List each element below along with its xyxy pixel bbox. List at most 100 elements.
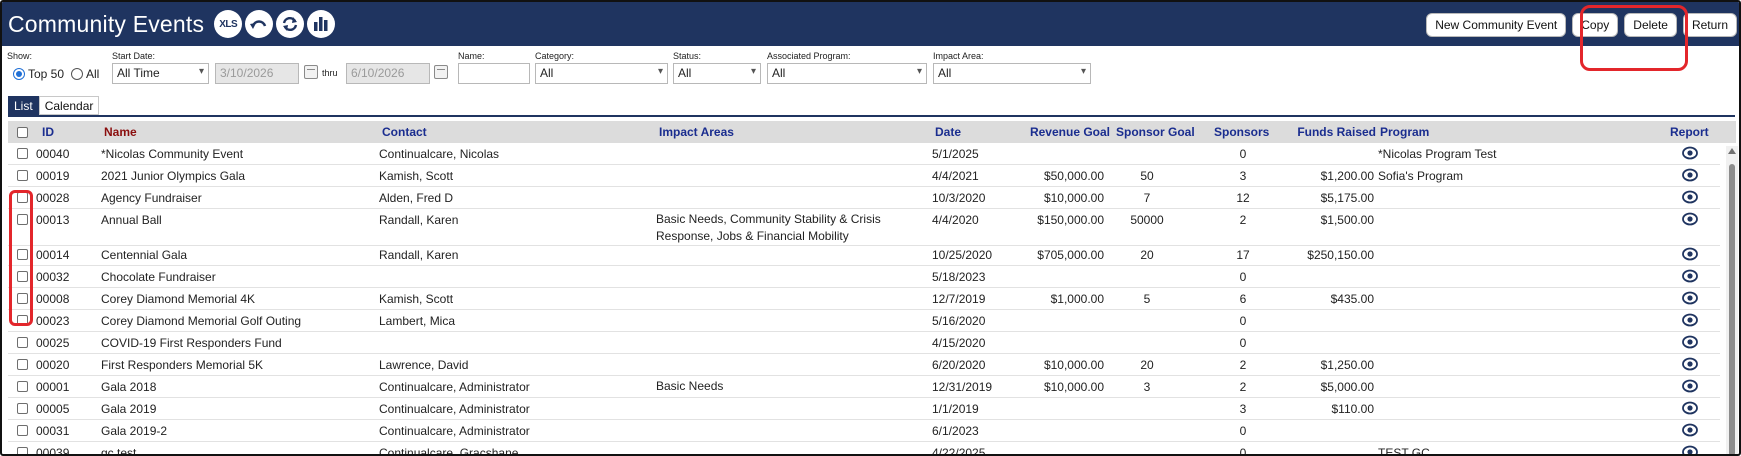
report-eye-icon[interactable]: [1682, 444, 1698, 456]
cell-name[interactable]: Corey Diamond Memorial 4K: [101, 292, 255, 306]
row-checkbox[interactable]: [17, 425, 28, 436]
impact-area-select[interactable]: All: [933, 63, 1091, 84]
column-header-funds-raised[interactable]: Funds Raised: [1288, 125, 1376, 139]
table-row[interactable]: 00040 *Nicolas Community Event Continualca…: [8, 143, 1720, 165]
report-eye-icon[interactable]: [1682, 356, 1698, 372]
cell-revenue: $10,000.00: [1043, 358, 1104, 372]
cell-name[interactable]: Gala 2018: [101, 380, 156, 394]
return-button[interactable]: Return: [1682, 13, 1737, 37]
show-all-radio[interactable]: All: [71, 67, 99, 81]
report-eye-icon[interactable]: [1682, 334, 1698, 350]
cell-revenue: $705,000.00: [1037, 248, 1104, 262]
cell-name[interactable]: COVID-19 First Responders Fund: [101, 336, 282, 350]
cell-name[interactable]: First Responders Memorial 5K: [101, 358, 263, 372]
row-checkbox[interactable]: [17, 381, 28, 392]
xls-export-icon[interactable]: XLS: [214, 10, 243, 38]
table-scrollbar[interactable]: [1726, 146, 1738, 454]
radio-selected-icon: [13, 68, 25, 80]
report-eye-icon[interactable]: [1682, 378, 1698, 394]
table-row[interactable]: 00031 Gala 2019-2 Continualcare, Administr…: [8, 420, 1720, 442]
column-header-sponsors[interactable]: Sponsors: [1214, 125, 1269, 139]
report-eye-icon[interactable]: [1682, 167, 1698, 183]
table-row[interactable]: 00025 COVID-19 First Responders Fund 4/15/…: [8, 332, 1720, 354]
refresh-icon[interactable]: [276, 10, 305, 38]
table-row[interactable]: 00019 2021 Junior Olympics Gala Kamish, Sc…: [8, 165, 1720, 187]
cell-name[interactable]: Annual Ball: [101, 213, 162, 227]
cell-name[interactable]: Corey Diamond Memorial Golf Outing: [101, 314, 301, 328]
select-all-checkbox[interactable]: [17, 127, 28, 138]
header-icon-group: XLS: [214, 10, 336, 38]
report-eye-icon[interactable]: [1682, 211, 1698, 227]
column-header-contact[interactable]: Contact: [382, 125, 427, 139]
start-date-select[interactable]: All Time: [112, 63, 209, 84]
row-checkbox[interactable]: [17, 403, 28, 414]
cell-date: 12/7/2019: [932, 292, 986, 306]
report-eye-icon[interactable]: [1682, 246, 1698, 262]
table-row[interactable]: 00001 Gala 2018 Continualcare, Administrat…: [8, 376, 1720, 398]
column-header-revenue-goal[interactable]: Revenue Goal: [1024, 125, 1110, 139]
calendar-icon[interactable]: [434, 65, 448, 79]
cell-funds: $110.00: [1331, 402, 1375, 416]
scroll-thumb[interactable]: [1729, 164, 1735, 454]
cell-contact: Kamish, Scott: [379, 292, 454, 306]
table-header: ID Name Contact Impact Areas Date Revenu…: [8, 121, 1736, 143]
cell-revenue: $50,000.00: [1043, 169, 1104, 183]
column-header-impact-areas[interactable]: Impact Areas: [659, 125, 734, 139]
table-row[interactable]: 00023 Corey Diamond Memorial Golf Outing L…: [8, 310, 1720, 332]
to-date-input[interactable]: 6/10/2026: [346, 63, 430, 84]
undo-icon[interactable]: [245, 10, 274, 38]
new-community-event-button[interactable]: New Community Event: [1426, 13, 1567, 37]
cell-name[interactable]: 2021 Junior Olympics Gala: [101, 169, 245, 183]
row-checkbox[interactable]: [17, 170, 28, 181]
column-header-date[interactable]: Date: [935, 125, 961, 139]
status-select[interactable]: All: [673, 63, 761, 84]
report-eye-icon[interactable]: [1682, 189, 1698, 205]
cell-name[interactable]: Agency Fundraiser: [101, 191, 202, 205]
cell-name[interactable]: Gala 2019: [101, 402, 156, 416]
column-header-report[interactable]: Report: [1670, 125, 1709, 139]
report-eye-icon[interactable]: [1682, 400, 1698, 416]
category-select[interactable]: All: [535, 63, 668, 84]
report-eye-icon[interactable]: [1682, 290, 1698, 306]
table-row[interactable]: 00008 Corey Diamond Memorial 4K Kamish, Sc…: [8, 288, 1720, 310]
cell-name[interactable]: Chocolate Fundraiser: [101, 270, 216, 284]
bar-chart-icon[interactable]: [307, 10, 336, 38]
cell-revenue: $150,000.00: [1037, 213, 1104, 227]
table-row[interactable]: 00020 First Responders Memorial 5K Lawrenc…: [8, 354, 1720, 376]
column-header-id[interactable]: ID: [42, 125, 54, 139]
cell-name[interactable]: Centennial Gala: [101, 248, 187, 262]
report-eye-icon[interactable]: [1682, 268, 1698, 284]
column-header-program[interactable]: Program: [1380, 125, 1429, 139]
cell-name[interactable]: gc test: [101, 446, 136, 454]
cell-name[interactable]: *Nicolas Community Event: [101, 147, 243, 161]
row-checkbox[interactable]: [17, 359, 28, 370]
cell-sponsor-goal: 7: [1143, 191, 1151, 205]
row-checkbox[interactable]: [17, 337, 28, 348]
table-row[interactable]: 00005 Gala 2019 Continualcare, Administrat…: [8, 398, 1720, 420]
report-eye-icon[interactable]: [1682, 145, 1698, 161]
calendar-icon[interactable]: [304, 65, 318, 79]
table-row[interactable]: 00028 Agency Fundraiser Alden, Fred D 10/3/…: [8, 187, 1720, 209]
cell-id: 00001: [36, 380, 70, 394]
table-row[interactable]: 00039 gc test Continualcare, Gracshane 4/22…: [8, 442, 1720, 456]
row-checkbox[interactable]: [17, 447, 28, 454]
table-row[interactable]: 00032 Chocolate Fundraiser 5/18/2023 0: [8, 266, 1720, 288]
table-row[interactable]: 00013 Annual Ball Randall, Karen Basic Need…: [8, 209, 1720, 246]
scroll-up-arrow-icon[interactable]: [1728, 148, 1736, 154]
show-top50-radio[interactable]: Top 50: [13, 67, 64, 81]
tab-calendar[interactable]: Calendar: [38, 96, 100, 115]
tab-list[interactable]: List: [8, 96, 39, 115]
impact-area-label: Impact Area:: [933, 51, 984, 61]
table-row[interactable]: 00014 Centennial Gala Randall, Karen 10/25/…: [8, 244, 1720, 266]
from-date-input[interactable]: 3/10/2026: [215, 63, 299, 84]
report-eye-icon[interactable]: [1682, 312, 1698, 328]
name-filter-input[interactable]: [458, 63, 530, 84]
cell-name[interactable]: Gala 2019-2: [101, 424, 167, 438]
column-header-sponsor-goal[interactable]: Sponsor Goal: [1116, 125, 1195, 139]
show-all-label: All: [86, 67, 100, 81]
row-checkbox[interactable]: [17, 148, 28, 159]
cell-contact: Randall, Karen: [379, 213, 459, 227]
column-header-name[interactable]: Name: [104, 125, 137, 139]
report-eye-icon[interactable]: [1682, 422, 1698, 438]
associated-program-select[interactable]: All: [767, 63, 927, 84]
